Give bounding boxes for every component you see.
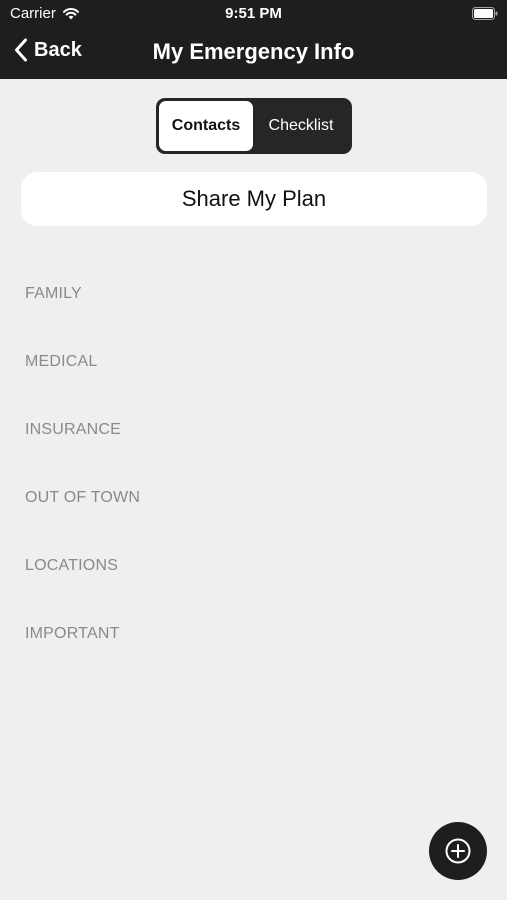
add-circle-icon <box>445 838 471 864</box>
top-bar: Carrier 9:51 PM Back My Emergency Info <box>0 0 507 79</box>
status-bar: Carrier 9:51 PM <box>0 0 507 28</box>
add-contact-button[interactable] <box>429 822 487 880</box>
chevron-left-icon <box>15 38 27 62</box>
contact-sections: FAMILY MEDICAL INSURANCE OUT OF TOWN LOC… <box>25 284 465 692</box>
tab-contacts[interactable]: Contacts <box>159 101 253 151</box>
section-header-locations: LOCATIONS <box>25 557 119 574</box>
battery-icon <box>472 7 498 20</box>
section-header-insurance: INSURANCE <box>25 421 122 438</box>
section-header-important: IMPORTANT <box>25 625 120 642</box>
back-button[interactable]: Back <box>14 38 82 62</box>
segmented-control: Contacts Checklist <box>156 98 352 154</box>
tab-checklist[interactable]: Checklist <box>253 101 349 151</box>
section-header-family: FAMILY <box>25 285 82 302</box>
share-my-plan-button[interactable]: Share My Plan <box>21 172 487 226</box>
section-header-medical: MEDICAL <box>25 353 98 370</box>
status-time: 9:51 PM <box>225 5 282 22</box>
navigation-bar: Back My Emergency Info <box>0 28 507 79</box>
back-label: Back <box>34 38 82 61</box>
section-header-out-of-town: OUT OF TOWN <box>25 489 141 506</box>
